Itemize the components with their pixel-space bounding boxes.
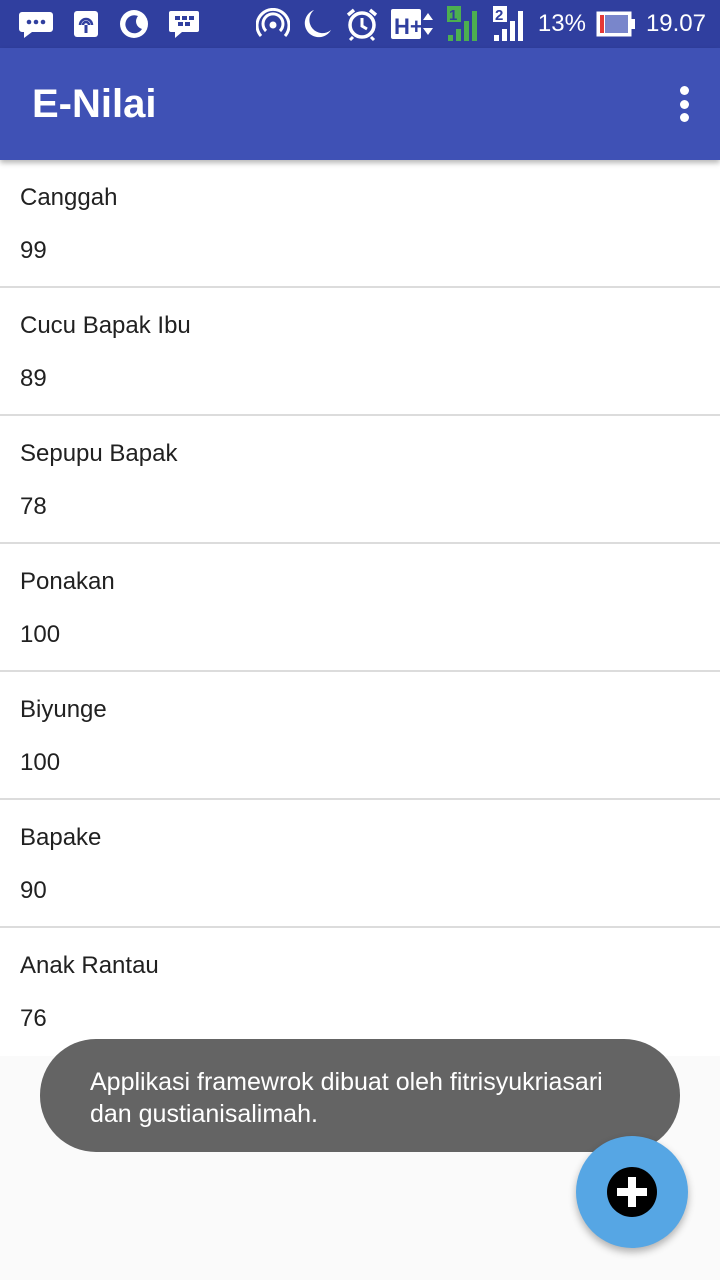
list-item[interactable]: Anak Rantau 76 <box>0 928 720 1056</box>
item-name: Cucu Bapak Ibu <box>20 312 191 339</box>
item-score: 90 <box>20 877 47 904</box>
status-bar: H+ 1 2 13% 19.07 <box>0 0 720 48</box>
add-icon <box>606 1166 658 1218</box>
list-item[interactable]: Biyunge 100 <box>0 672 720 800</box>
svg-text:H+: H+ <box>394 14 423 39</box>
overflow-menu-icon[interactable] <box>668 84 700 124</box>
sim2-label: 2 <box>495 7 503 24</box>
clock: 19.07 <box>645 10 706 37</box>
item-name: Biyunge <box>20 696 107 723</box>
item-name: Bapake <box>20 824 102 851</box>
item-name: Ponakan <box>20 568 115 595</box>
item-score: 89 <box>20 365 47 392</box>
item-name: Anak Rantau <box>20 952 159 979</box>
item-score: 76 <box>20 1005 47 1032</box>
score-list: Canggah 99 Cucu Bapak Ibu 89 Sepupu Bapa… <box>0 160 720 1056</box>
item-score: 100 <box>20 749 61 776</box>
item-score: 99 <box>20 237 47 264</box>
item-score: 78 <box>20 493 47 520</box>
night-mode-icon <box>118 8 150 40</box>
app-bar: E-Nilai <box>0 48 720 160</box>
list-item[interactable]: Canggah 99 <box>0 160 720 288</box>
toast-line-2: dan gustianisalimah. <box>90 1100 318 1128</box>
hotspot-icon <box>72 9 100 39</box>
battery-icon <box>596 10 636 38</box>
list-item[interactable]: Ponakan 100 <box>0 544 720 672</box>
network-h-plus-icon: H+ <box>390 7 436 41</box>
signal-sim2-icon: 2 <box>492 5 528 43</box>
wifi-hotspot-icon <box>255 8 290 40</box>
signal-sim1-icon: 1 <box>446 5 482 43</box>
add-button[interactable] <box>576 1136 688 1248</box>
item-name: Sepupu Bapak <box>20 440 178 467</box>
app-screen: H+ 1 2 13% 19.07 E-Nilai Canggah 99 Cucu… <box>0 0 720 1280</box>
sim1-label: 1 <box>449 7 457 24</box>
list-item[interactable]: Sepupu Bapak 78 <box>0 416 720 544</box>
item-name: Canggah <box>20 184 118 211</box>
moon-icon <box>300 7 334 41</box>
toast-line-1: Applikasi framewrok dibuat oleh fitrisyu… <box>90 1068 603 1096</box>
list-item[interactable]: Cucu Bapak Ibu 89 <box>0 288 720 416</box>
battery-percent: 13% <box>537 10 586 37</box>
messaging-icon <box>18 9 54 39</box>
alarm-icon <box>344 6 380 42</box>
app-title: E-Nilai <box>32 81 157 126</box>
list-item[interactable]: Bapake 90 <box>0 800 720 928</box>
bbm-icon <box>168 9 200 39</box>
toast-message: Applikasi framewrok dibuat oleh fitrisyu… <box>40 1039 680 1152</box>
item-score: 100 <box>20 621 61 648</box>
